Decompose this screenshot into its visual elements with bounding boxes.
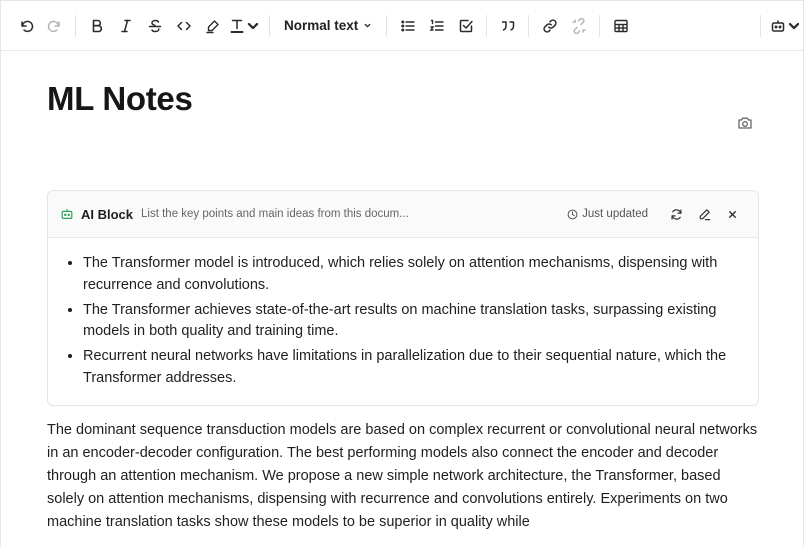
italic-icon — [120, 19, 131, 32]
close-icon — [728, 210, 736, 218]
chevron-down-icon — [247, 22, 259, 29]
refresh-icon — [670, 208, 682, 220]
highlighter-icon — [205, 19, 219, 33]
quote-button[interactable] — [493, 12, 522, 40]
text-color-icon — [230, 19, 244, 33]
robot-icon — [61, 209, 73, 219]
toolbar-divider — [599, 14, 601, 37]
list-item: Recurrent neural networks have limitatio… — [83, 346, 738, 389]
text-style-dropdown[interactable]: Normal text — [276, 18, 380, 33]
link-button[interactable] — [535, 12, 564, 40]
numbered-list-icon — [429, 19, 444, 31]
robot-icon — [771, 20, 785, 32]
toolbar-divider — [528, 14, 530, 37]
numbered-list-button[interactable] — [422, 12, 451, 40]
highlight-button[interactable] — [198, 12, 227, 40]
list-item: The Transformer model is introduced, whi… — [83, 253, 738, 296]
camera-icon[interactable] — [737, 115, 753, 131]
unlink-button[interactable] — [564, 12, 593, 40]
text-color-button[interactable] — [227, 12, 263, 40]
quote-icon — [501, 20, 515, 31]
edit-button[interactable] — [690, 202, 718, 226]
bullet-list-icon — [401, 20, 415, 31]
ai-block-status: Just updated — [567, 208, 648, 220]
chevron-down-icon — [364, 23, 371, 28]
bullet-list-button[interactable] — [393, 12, 422, 40]
toolbar: Normal text — [1, 1, 803, 51]
toolbar-divider — [386, 14, 388, 37]
toolbar-divider — [760, 15, 761, 37]
list-item: The Transformer achieves state-of-the-ar… — [83, 300, 738, 343]
code-icon — [176, 21, 191, 30]
checklist-button[interactable] — [451, 12, 480, 40]
toolbar-divider — [269, 14, 270, 37]
table-icon — [614, 19, 628, 32]
ai-block-body: The Transformer model is introduced, whi… — [48, 238, 758, 405]
document-title[interactable]: ML Notes — [47, 79, 757, 119]
document-content: ML Notes AI Block List the key points an… — [1, 79, 803, 534]
ai-block-header: AI Block List the key points and main id… — [48, 191, 758, 238]
body-paragraph[interactable]: The dominant sequence transduction model… — [47, 419, 759, 534]
toolbar-divider — [75, 14, 76, 37]
ai-assistant-button[interactable] — [769, 12, 803, 40]
text-style-label: Normal text — [284, 18, 359, 33]
table-button[interactable] — [606, 12, 635, 40]
close-button[interactable] — [718, 202, 746, 226]
ai-block-label: AI Block — [81, 206, 134, 222]
clock-icon — [567, 209, 578, 219]
link-icon — [543, 18, 557, 33]
ai-block-prompt[interactable]: List the key points and main ideas from … — [141, 208, 567, 220]
redo-button[interactable] — [40, 12, 69, 40]
strikethrough-icon — [148, 19, 161, 32]
bold-icon — [92, 19, 102, 32]
unlink-icon — [572, 17, 586, 34]
key-points-list: The Transformer model is introduced, whi… — [65, 253, 738, 389]
strikethrough-button[interactable] — [140, 12, 169, 40]
chevron-down-icon — [788, 22, 800, 30]
bold-button[interactable] — [82, 12, 111, 40]
ai-block-status-text: Just updated — [582, 208, 648, 220]
undo-icon — [20, 20, 33, 32]
undo-button[interactable] — [11, 12, 40, 40]
checkbox-icon — [459, 19, 473, 32]
regenerate-button[interactable] — [662, 202, 690, 226]
toolbar-divider — [486, 14, 488, 37]
redo-icon — [47, 20, 60, 32]
ai-block: AI Block List the key points and main id… — [47, 190, 759, 406]
code-button[interactable] — [169, 12, 198, 40]
editor-window: Normal text ML Notes AI Block List the k… — [0, 0, 804, 547]
italic-button[interactable] — [111, 12, 140, 40]
pencil-icon — [699, 208, 710, 220]
